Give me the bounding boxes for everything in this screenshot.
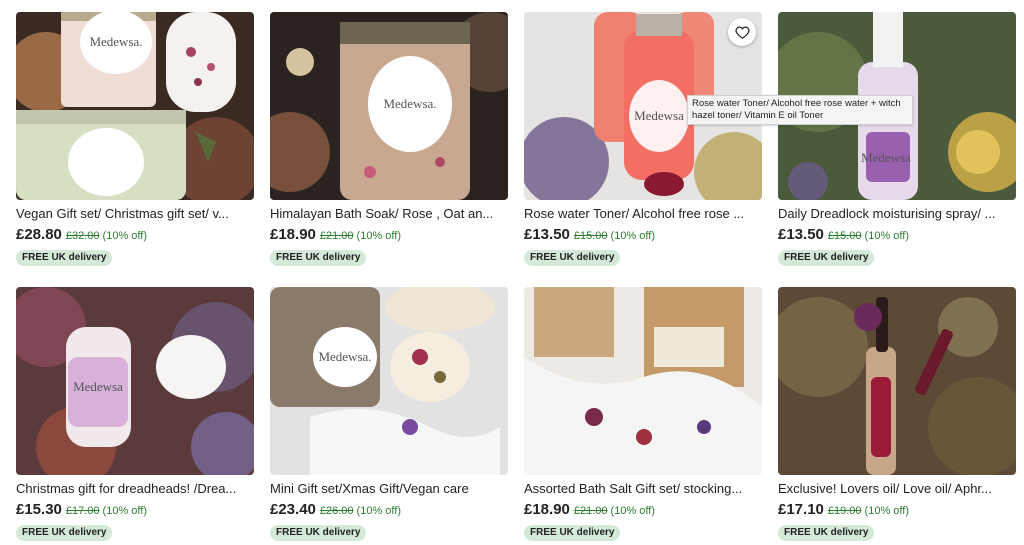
free-delivery-badge: FREE UK delivery: [778, 525, 875, 541]
listing-card[interactable]: Medewsa. Himalayan Bath Soak/ Rose , Oat…: [270, 12, 508, 272]
discount-percent: (10% off): [102, 505, 147, 517]
listing-card[interactable]: Medewsa. Vegan Gift set/ Christmas gift …: [16, 12, 254, 272]
free-delivery-badge: FREE UK delivery: [16, 525, 113, 541]
original-price: £21.00: [573, 505, 608, 517]
listing-card[interactable]: Medewsa. Mini Gift set/Xmas Gift/Vegan c…: [270, 287, 508, 545]
listing-title[interactable]: Mini Gift set/Xmas Gift/Vegan care: [270, 481, 508, 497]
sale-price: £23.40: [270, 501, 316, 518]
listing-title-tooltip: Rose water Toner/ Alcohol free rose wate…: [687, 95, 913, 125]
product-label: Medewsa.: [318, 349, 371, 364]
product-label: Medewsa.: [383, 96, 436, 111]
listing-image[interactable]: Medewsa.: [270, 12, 508, 200]
price-row: £13.50 £15.00 (10% off): [778, 226, 1016, 244]
product-label: Medewsa: [861, 150, 911, 165]
product-label: Medewsa.: [89, 34, 142, 49]
original-price: £15.00: [573, 230, 608, 242]
listing-card[interactable]: Exclusive! Lovers oil/ Love oil/ Aphr...…: [778, 287, 1016, 545]
product-label: Medewsa: [634, 108, 684, 123]
free-delivery-badge: FREE UK delivery: [16, 250, 113, 266]
listing-title[interactable]: Assorted Bath Salt Gift set/ stocking...: [524, 481, 762, 497]
discount-percent: (10% off): [356, 230, 401, 242]
discount-percent: (10% off): [864, 505, 909, 517]
sale-price: £13.50: [524, 226, 570, 243]
original-price: £21.00: [319, 230, 354, 242]
listing-image[interactable]: [778, 287, 1016, 475]
discount-percent: (10% off): [356, 505, 401, 517]
sale-price: £17.10: [778, 501, 824, 518]
original-price: £19.00: [827, 505, 862, 517]
original-price: £17.00: [65, 505, 100, 517]
listing-title[interactable]: Himalayan Bath Soak/ Rose , Oat an...: [270, 206, 508, 222]
listing-image[interactable]: Medewsa: [16, 287, 254, 475]
heart-outline-icon: [734, 26, 750, 39]
sale-price: £15.30: [16, 501, 62, 518]
discount-percent: (10% off): [864, 230, 909, 242]
price-row: £18.90 £21.00 (10% off): [524, 501, 762, 519]
listing-title[interactable]: Rose water Toner/ Alcohol free rose ...: [524, 206, 762, 222]
listing-card[interactable]: Assorted Bath Salt Gift set/ stocking...…: [524, 287, 762, 545]
original-price: £15.00: [827, 230, 862, 242]
price-row: £18.90 £21.00 (10% off): [270, 226, 508, 244]
free-delivery-badge: FREE UK delivery: [778, 250, 875, 266]
favorite-button[interactable]: [728, 18, 756, 46]
price-row: £15.30 £17.00 (10% off): [16, 501, 254, 519]
listing-image[interactable]: Medewsa.: [16, 12, 254, 200]
listing-title[interactable]: Christmas gift for dreadheads! /Drea...: [16, 481, 254, 497]
listing-title[interactable]: Vegan Gift set/ Christmas gift set/ v...: [16, 206, 254, 222]
free-delivery-badge: FREE UK delivery: [524, 250, 621, 266]
listing-image[interactable]: Medewsa.: [270, 287, 508, 475]
price-row: £17.10 £19.00 (10% off): [778, 501, 1016, 519]
discount-percent: (10% off): [610, 230, 655, 242]
price-row: £23.40 £26.00 (10% off): [270, 501, 508, 519]
sale-price: £13.50: [778, 226, 824, 243]
listing-card[interactable]: Medewsa Christmas gift for dreadheads! /…: [16, 287, 254, 545]
price-row: £28.80 £32.00 (10% off): [16, 226, 254, 244]
listing-card[interactable]: Medewsa Rose water Toner/ Alcohol free r…: [524, 12, 762, 272]
sale-price: £18.90: [270, 226, 316, 243]
original-price: £32.00: [65, 230, 100, 242]
listing-title[interactable]: Daily Dreadlock moisturising spray/ ...: [778, 206, 1016, 222]
sale-price: £18.90: [524, 501, 570, 518]
free-delivery-badge: FREE UK delivery: [270, 525, 367, 541]
product-label: Medewsa: [73, 379, 123, 394]
price-row: £13.50 £15.00 (10% off): [524, 226, 762, 244]
free-delivery-badge: FREE UK delivery: [524, 525, 621, 541]
original-price: £26.00: [319, 505, 354, 517]
listing-image[interactable]: [524, 287, 762, 475]
discount-percent: (10% off): [102, 230, 147, 242]
listing-card[interactable]: Medewsa Daily Dreadlock moisturising spr…: [778, 12, 1016, 272]
sale-price: £28.80: [16, 226, 62, 243]
discount-percent: (10% off): [610, 505, 655, 517]
free-delivery-badge: FREE UK delivery: [270, 250, 367, 266]
listing-title[interactable]: Exclusive! Lovers oil/ Love oil/ Aphr...: [778, 481, 1016, 497]
